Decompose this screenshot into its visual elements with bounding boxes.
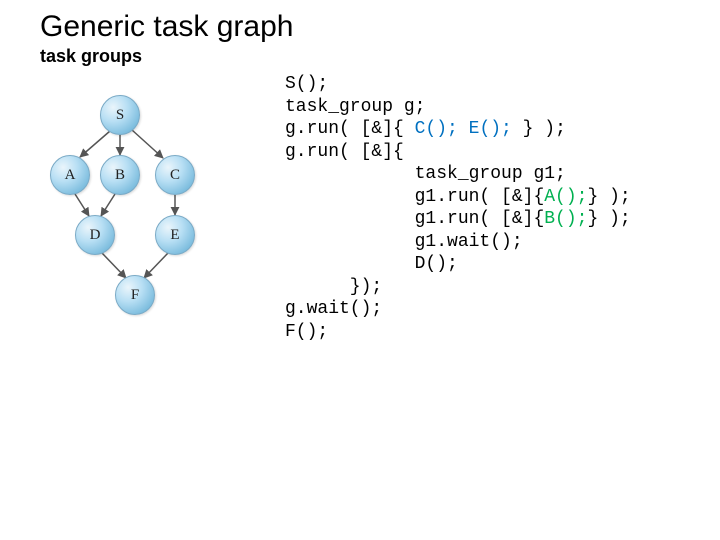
code-line-9: D(); xyxy=(285,254,458,274)
code-line-5-type: task_group xyxy=(415,164,523,184)
code-line-7-b-call: B(); xyxy=(544,209,587,229)
code-line-5-c: g1; xyxy=(523,164,566,184)
task-graph-diagram: S A B C D E F xyxy=(40,75,245,335)
graph-node-s: S xyxy=(100,95,140,135)
graph-node-a: A xyxy=(50,155,90,195)
graph-node-c: C xyxy=(155,155,195,195)
code-line-6-c: } ); xyxy=(587,187,630,207)
code-line-3-e: } ); xyxy=(512,119,566,139)
code-line-1: S(); xyxy=(285,74,328,94)
code-line-10: }); xyxy=(285,277,382,297)
code-line-5-a xyxy=(285,164,415,184)
code-line-7-a: g1.run( [&]{ xyxy=(285,209,544,229)
code-line-3-e-call: E(); xyxy=(469,119,512,139)
slide: Generic task graph task groups xyxy=(0,0,720,540)
code-line-2-type: task_group xyxy=(285,97,393,117)
code-line-3-a: g.run( [&]{ xyxy=(285,119,415,139)
graph-node-e: E xyxy=(155,215,195,255)
code-line-6-a-call: A(); xyxy=(544,187,587,207)
code-line-6-a: g1.run( [&]{ xyxy=(285,187,544,207)
graph-node-b: B xyxy=(100,155,140,195)
slide-subtitle: task groups xyxy=(40,46,720,67)
graph-node-f: F xyxy=(115,275,155,315)
slide-title: Generic task graph xyxy=(40,10,720,44)
code-line-3-c xyxy=(458,119,469,139)
code-line-12: F(); xyxy=(285,322,328,342)
code-listing: S(); task_group g; g.run( [&]{ C(); E();… xyxy=(285,73,631,343)
code-line-7-c: } ); xyxy=(587,209,630,229)
code-line-2-rest: g; xyxy=(393,97,425,117)
code-line-8: g1.wait(); xyxy=(285,232,523,252)
code-line-3-c-call: C(); xyxy=(415,119,458,139)
code-line-11: g.wait(); xyxy=(285,299,382,319)
graph-node-d: D xyxy=(75,215,115,255)
content-row: S A B C D E F S(); task_group g; g.run( … xyxy=(40,75,720,343)
code-line-4: g.run( [&]{ xyxy=(285,142,404,162)
